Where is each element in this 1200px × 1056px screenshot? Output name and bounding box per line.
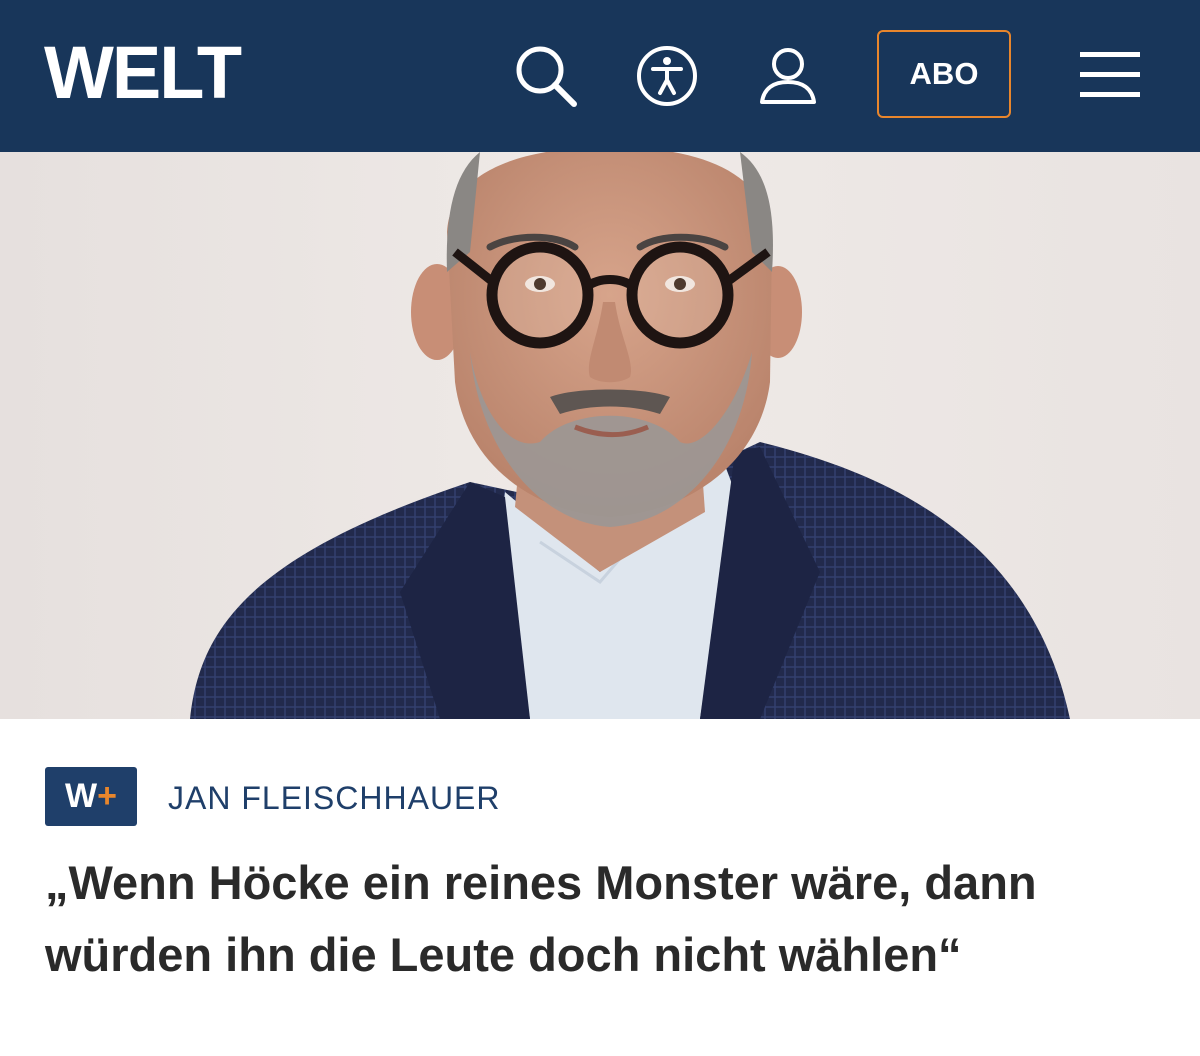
portrait-photo	[0, 152, 1200, 719]
welt-logo[interactable]: WELT	[44, 36, 242, 110]
article-headline[interactable]: „Wenn Höcke ein reines Monster wäre, dan…	[45, 847, 1165, 991]
search-icon[interactable]	[514, 44, 578, 108]
hamburger-menu-icon[interactable]	[1078, 48, 1142, 102]
user-icon[interactable]	[756, 44, 820, 108]
site-header: WELT ABO	[0, 0, 1200, 152]
hero-image[interactable]	[0, 152, 1200, 719]
abo-button[interactable]: ABO	[877, 30, 1011, 118]
article-teaser[interactable]: W + JAN FLEISCHHAUER „Wenn Höcke ein rein…	[0, 719, 1200, 1056]
welt-plus-badge: W +	[45, 767, 137, 826]
welt-plus-badge-w: W	[65, 777, 98, 815]
accessibility-icon[interactable]	[635, 44, 699, 108]
welt-plus-badge-plus: +	[97, 777, 117, 815]
author-name[interactable]: JAN FLEISCHHAUER	[168, 779, 501, 817]
